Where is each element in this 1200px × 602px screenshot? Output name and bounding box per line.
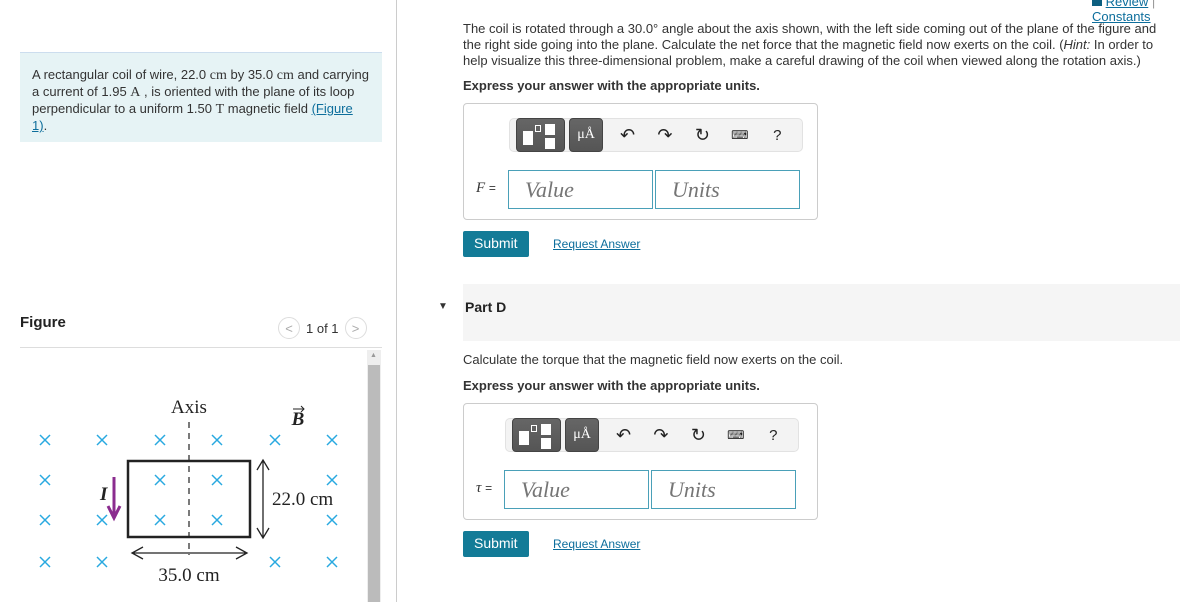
units-button[interactable]: μÅ [569,118,603,152]
field-into-page-cross-icon [211,514,223,526]
unit: cm [276,68,294,83]
torque-units-input[interactable] [651,470,796,509]
force-units-input[interactable] [655,170,800,209]
review-icon [1092,0,1102,6]
figure-pager: < 1 of 1 > [278,317,367,339]
unit: T [215,102,225,117]
part-d-question: Calculate the torque that the magnetic f… [463,352,844,367]
panel-divider [396,0,397,602]
part-d-submit-button[interactable]: Submit [463,531,529,557]
part-c-submit-button[interactable]: Submit [463,231,529,257]
pager-text: 1 of 1 [306,320,339,336]
field-into-page-cross-icon [154,434,166,446]
part-d-request-answer-link[interactable]: Request Answer [553,537,640,551]
part-d-header [463,284,1180,341]
field-into-page-cross-icon [39,474,51,486]
field-into-page-cross-icon [154,474,166,486]
scroll-up-icon[interactable]: ▲ [370,352,377,359]
separator: | [1151,0,1156,9]
intro-text: magnetic field [224,101,312,116]
unit: A [130,85,141,100]
torque-value-input[interactable] [504,470,649,509]
current-label: I [99,484,108,505]
review-link[interactable]: Review [1106,0,1149,9]
help-icon[interactable]: ? [759,127,796,144]
undo-icon[interactable]: ↶ [605,425,642,446]
field-into-page-cross-icon [211,434,223,446]
next-figure-button[interactable]: > [344,317,367,339]
field-into-page-cross-icon [269,556,281,568]
field-into-page-cross-icon [96,434,108,446]
current-arrow-icon [106,477,122,522]
part-d-toolbar: μÅ ↶ ↷ ↻ ⌨ ? [505,418,799,452]
height-label: 22.0 cm [272,489,333,510]
intro-text: A rectangular coil of wire, 22.0 [32,67,210,82]
height-arrow [256,458,270,540]
help-icon[interactable]: ? [755,427,792,444]
prev-figure-button[interactable]: < [278,317,300,339]
keyboard-icon[interactable]: ⌨ [717,428,754,442]
field-into-page-cross-icon [154,514,166,526]
force-variable: F = [476,180,496,196]
field-into-page-cross-icon [326,434,338,446]
coil-figure: Axis B I 22.0 cm 35.0 cm [39,397,338,586]
hint-label: Hint: [1063,37,1091,52]
torque-variable: τ = [476,480,493,496]
part-c-toolbar: μÅ ↶ ↷ ↻ ⌨ ? [509,118,803,152]
divider [20,347,382,348]
b-field-label: B [291,409,305,430]
part-c-request-answer-link[interactable]: Request Answer [553,237,640,251]
field-into-page-cross-icon [39,514,51,526]
unit: cm [209,68,227,83]
reset-icon[interactable]: ↻ [680,425,717,446]
part-d-instruction: Express your answer with the appropriate… [463,378,760,393]
templates-button[interactable] [512,418,562,452]
templates-button[interactable] [516,118,566,152]
field-into-page-cross-icon [269,434,281,446]
field-into-page-cross-icon [211,474,223,486]
redo-icon[interactable]: ↷ [642,425,679,446]
figure-heading: Figure [20,314,66,331]
units-button[interactable]: μÅ [565,418,599,452]
scrollbar-thumb[interactable] [368,365,380,602]
axis-label: Axis [171,397,207,418]
keyboard-icon[interactable]: ⌨ [721,128,758,142]
field-into-page-cross-icon [39,434,51,446]
reset-icon[interactable]: ↻ [684,125,721,146]
field-into-page-cross-icon [96,514,108,526]
intro-text: . [43,118,48,133]
problem-intro: A rectangular coil of wire, 22.0 cm by 3… [20,52,382,142]
intro-text: by 35.0 [226,67,277,82]
width-label: 35.0 cm [158,565,219,586]
force-value-input[interactable] [508,170,653,209]
collapse-caret-icon[interactable]: ▼ [438,301,448,312]
part-d-title[interactable]: Part D [465,299,506,315]
field-into-page-cross-icon [326,514,338,526]
question-text: The coil is rotated through a 30.0° angl… [463,21,1157,52]
part-c-question: The coil is rotated through a 30.0° angl… [463,21,1173,69]
field-into-page-cross-icon [326,556,338,568]
part-c-instruction: Express your answer with the appropriate… [463,78,760,93]
redo-icon[interactable]: ↷ [646,125,683,146]
field-into-page-cross-icon [96,556,108,568]
undo-icon[interactable]: ↶ [609,125,646,146]
field-into-page-cross-icon [39,556,51,568]
field-into-page-cross-icon [326,474,338,486]
